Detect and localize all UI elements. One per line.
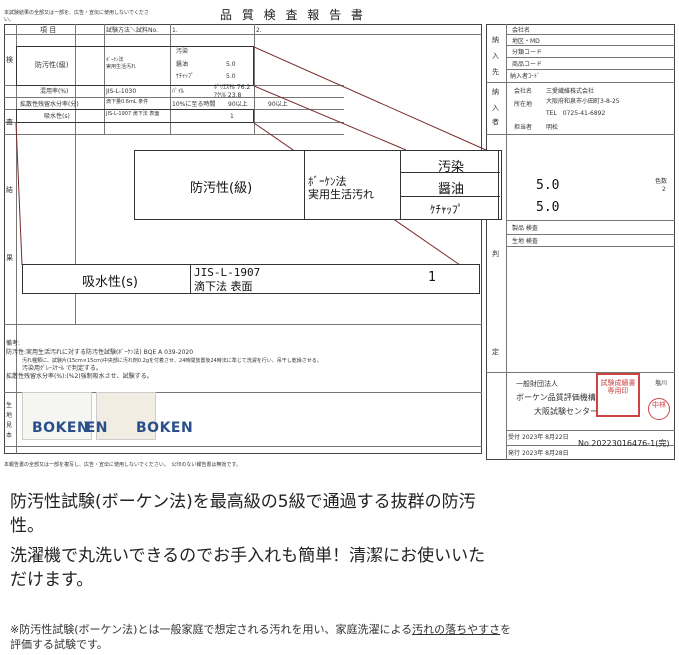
right-side-2-2: 者 (492, 118, 499, 126)
zoom-ketchup-label: ｹﾁｬｯﾌﾟ (430, 203, 463, 216)
personal-seal: 中林 (648, 398, 670, 420)
color-count-label: 色数 (655, 178, 668, 185)
report-number: No.20223016476-1(完) (578, 439, 670, 448)
issued-date: 2023年 8月28日 (522, 450, 569, 457)
item-code-label: 商品コード (512, 61, 543, 68)
remark-0: 防汚性:実用生活汚れに対する防汚性試験(ﾎﾞｰｹﾝ法) BQE A 039-20… (6, 349, 194, 356)
product-check-label: 製品 検査 (512, 225, 538, 232)
boken-watermark-3: BOKEN (136, 420, 194, 436)
received-label: 受付 (508, 434, 521, 441)
caption-line2: 性。 (10, 516, 44, 536)
company2-label: 会社名 (514, 88, 533, 95)
received-date: 2023年 8月22日 (522, 434, 569, 441)
zoom-antifouling-item: 防汚性(級) (190, 181, 253, 196)
region-label: 地区・MD (512, 38, 540, 45)
right-side-3-0: 判 (492, 250, 499, 258)
remark-2: 汚染用ｸﾞﾚｰｽｹｰﾙ で判定する。 (22, 365, 102, 372)
org-branch: 大阪試験センター (534, 407, 598, 416)
note-post: を (500, 623, 512, 636)
remarks-label: 備考: (6, 340, 21, 347)
right-side-2-1: 入 (492, 104, 499, 112)
note-underline: 汚れの落ちやすさ (412, 623, 501, 636)
note-pre: ※防汚性試験(ボーケン法)とは一般家庭で想定される汚れを用い、家庭洗濯による (10, 623, 413, 636)
caption-line4: だけます。 (10, 570, 94, 590)
supplier-code-label: 納入者ｺｰﾄﾞ (510, 73, 541, 80)
person-value: 明松 (546, 124, 559, 131)
category-code-label: 分類コード (512, 49, 543, 56)
sample-label-0: 生 (6, 402, 13, 409)
right-side-2-0: 納 (492, 88, 499, 96)
tel-value: TEL 0725-41-6892 (546, 110, 606, 117)
boken-watermark-1: BOKEN (32, 420, 90, 436)
person-label: 担当者 (514, 124, 533, 131)
zoom-absorb-value: 1 (428, 270, 436, 285)
right-side-3-1: 定 (492, 348, 499, 356)
zoom-soy-label: 醤油 (438, 182, 465, 197)
official-stamp: 試験成績書専用印 (596, 373, 640, 417)
org-type: 一般財団法人 (516, 380, 558, 388)
color-count-value: 2 (662, 186, 666, 193)
sample-label-2: 見 (6, 422, 13, 429)
sample-label-1: 地 (6, 412, 13, 419)
caption-line1: 防汚性試験(ボーケン法)を最高級の5級で通過する抜群の防汚 (10, 492, 476, 512)
caption-note: ※防汚性試験(ボーケン法)とは一般家庭で想定される汚れを用い、家庭洗濯による汚れ… (10, 622, 670, 652)
zoom-stain-header: 汚染 (438, 160, 465, 175)
right-side-1-1: 入 (492, 52, 499, 60)
boken-watermark-2: BOKEN (84, 420, 108, 436)
issued-label: 発行 (508, 450, 521, 457)
zoom-ketchup-value: 5.0 (536, 200, 560, 215)
address-label: 所在地 (514, 101, 533, 108)
issuer-name: 塩川 (655, 380, 668, 387)
sample-label-3: 本 (6, 432, 13, 439)
note-line2: 評価する試験です。 (10, 638, 108, 651)
right-side-1-0: 納 (492, 36, 499, 44)
remark-3: 拡散性残留水分率(%):(%2)強制吸水させ、試験する。 (6, 373, 153, 380)
zoom-absorb-item: 吸水性(s) (82, 275, 138, 290)
footer-note: 本報告書の全部又は一部を複写し、広告・宣伝に使用しないでください。 公印のない報… (4, 462, 241, 468)
company-label: 会社名 (512, 27, 531, 34)
remark-1: 汚れ種類に、試験片(15cm×15cm)中央部に汚れ剤0.2gを付着させ、24時… (22, 358, 322, 364)
org-name: ボーケン品質評価機構 (516, 393, 596, 402)
address-value: 大阪府和泉市小田町3-8-25 (546, 98, 620, 105)
company2-value: 三愛繊維株式会社 (546, 88, 595, 95)
right-side-1-2: 先 (492, 68, 499, 76)
zoom-method-line2: 実用生活汚れ (308, 188, 374, 201)
fabric-check-label: 生地 検査 (512, 238, 538, 245)
zoom-soy-value: 5.0 (536, 178, 560, 193)
zoom-absorb-method2: 滴下法 表面 (194, 280, 253, 293)
caption-line3: 洗濯機で丸洗いできるのでお手入れも簡単！清潔にお使いいた (10, 546, 486, 566)
